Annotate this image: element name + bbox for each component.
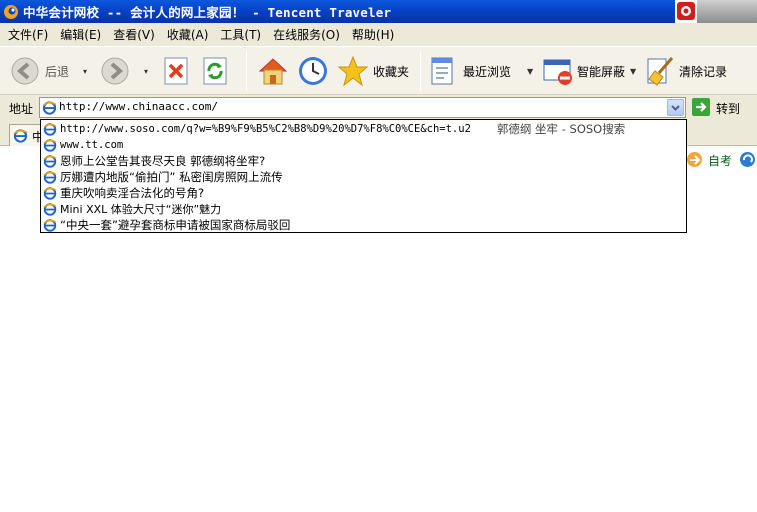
menu-favorites[interactable]: 收藏(A) (167, 26, 209, 43)
tencent-logo-icon[interactable] (677, 2, 695, 20)
recent-label: 最近浏览 (463, 64, 512, 79)
ie-page-icon (43, 154, 57, 168)
ie-page-icon (42, 100, 57, 115)
menu-tools[interactable]: 工具(T) (220, 26, 261, 43)
stop-icon (164, 57, 188, 85)
suggestion-text: 重庆吹响卖淫合法化的号角? (60, 186, 205, 200)
stop-button[interactable] (164, 47, 188, 95)
title-controls (675, 0, 757, 23)
recent-dropdown-icon[interactable]: ▼ (527, 67, 533, 76)
toolbar-separator (420, 51, 421, 91)
self-study-link[interactable]: 自考 (708, 152, 732, 169)
app-logo-icon (4, 4, 18, 19)
favorites-label: 收藏夹 (373, 64, 410, 79)
window-buttons-area[interactable] (697, 0, 757, 23)
suggestion-text: 厉娜遭内地版“偷拍门” 私密闺房照网上流传 (60, 170, 283, 184)
home-button[interactable] (256, 47, 290, 95)
address-box[interactable] (39, 97, 686, 118)
smart-block-dropdown-icon[interactable]: ▼ (630, 67, 636, 76)
history-button[interactable] (297, 47, 329, 95)
clock-icon (299, 57, 327, 85)
star-icon (337, 55, 369, 87)
back-button[interactable]: 后退 ▾ (10, 47, 87, 95)
forward-button[interactable]: ▾ (100, 47, 148, 95)
forward-arrow-icon (101, 57, 129, 85)
page-side-links: 自考 (686, 146, 757, 173)
suggestion-item[interactable]: Mini XXL 体验大尺寸“迷你”魅力 (41, 201, 686, 217)
ie-page-icon (13, 128, 28, 143)
ie-page-icon (43, 122, 57, 136)
menu-file[interactable]: 文件(F) (8, 26, 48, 43)
link-icon (687, 152, 702, 167)
suggestion-text: Mini XXL 体验大尺寸“迷你”魅力 (60, 203, 222, 216)
go-button[interactable]: 转到 (716, 100, 740, 117)
menu-online-service[interactable]: 在线服务(O) (273, 26, 340, 43)
ie-logo-icon (740, 152, 755, 167)
forward-dropdown-icon[interactable]: ▾ (144, 67, 148, 76)
window-title: 中华会计网校 -- 会计人的网上家园！ - Tencent Traveler (23, 5, 392, 20)
suggestion-url: www.tt.com (60, 139, 124, 151)
broom-icon (647, 57, 674, 86)
ie-page-icon (43, 138, 57, 152)
recent-pages-icon (431, 57, 453, 85)
ie-page-icon (43, 218, 57, 232)
suggestion-text: 恩师上公堂告其丧尽天良 郭德纲将坐牢? (60, 154, 266, 168)
suggestion-item[interactable]: 厉娜遭内地版“偷拍门” 私密闺房照网上流传 (41, 169, 686, 185)
address-bar: 地址 转到 (0, 95, 757, 121)
suggestion-text: “中央一套”避孕套商标申请被国家商标局驳回 (60, 218, 291, 232)
title-bar: 中华会计网校 -- 会计人的网上家园！ - Tencent Traveler (0, 0, 757, 23)
suggestion-item[interactable]: www.tt.com (41, 137, 686, 153)
menu-edit[interactable]: 编辑(E) (60, 26, 101, 43)
address-dropdown-button[interactable] (667, 99, 684, 116)
home-icon (258, 58, 288, 85)
menu-bar: 文件(F) 编辑(E) 查看(V) 收藏(A) 工具(T) 在线服务(O) 帮助… (0, 23, 757, 46)
ie-page-icon (43, 202, 57, 216)
suggestion-item[interactable]: http://www.soso.com/q?w=%B9%F9%B5%C2%B8%… (41, 121, 686, 137)
address-suggestions: http://www.soso.com/q?w=%B9%F9%B5%C2%B8%… (40, 119, 687, 233)
clear-history-label: 清除记录 (679, 64, 728, 79)
suggestion-item[interactable]: 恩师上公堂告其丧尽天良 郭德纲将坐牢? (41, 153, 686, 169)
recent-button[interactable]: 最近浏览 ▼ (429, 47, 533, 95)
back-label: 后退 (45, 64, 70, 79)
go-arrow-icon[interactable] (692, 98, 710, 116)
back-arrow-icon (11, 57, 39, 85)
smart-block-label: 智能屏蔽 (577, 64, 626, 79)
address-label: 地址 (9, 102, 34, 116)
suggestion-title: 郭德纲 坐牢 - SOSO搜索 (496, 122, 626, 136)
toolbar: 后退 ▾ ▾ 收藏夹 最近浏览 ▼ 智能屏蔽 ▼ 清除记录 (0, 46, 757, 95)
favorites-button[interactable]: 收藏夹 (337, 47, 409, 95)
block-popup-icon (543, 59, 572, 85)
refresh-button[interactable] (203, 47, 227, 95)
toolbar-separator (246, 51, 247, 91)
refresh-icon (203, 57, 227, 85)
back-dropdown-icon[interactable]: ▾ (83, 67, 87, 76)
suggestion-url: http://www.soso.com/q?w=%B9%F9%B5%C2%B8%… (60, 123, 471, 135)
menu-help[interactable]: 帮助(H) (352, 26, 394, 43)
chevron-down-icon (671, 105, 680, 111)
suggestion-item[interactable]: 重庆吹响卖淫合法化的号角? (41, 185, 686, 201)
menu-view[interactable]: 查看(V) (113, 26, 155, 43)
ie-page-icon (43, 186, 57, 200)
smart-block-button[interactable]: 智能屏蔽 ▼ (542, 47, 636, 95)
address-input[interactable] (59, 100, 659, 113)
ie-page-icon (43, 170, 57, 184)
clear-history-button[interactable]: 清除记录 (645, 47, 727, 95)
suggestion-item[interactable]: “中央一套”避孕套商标申请被国家商标局驳回 (41, 217, 686, 233)
